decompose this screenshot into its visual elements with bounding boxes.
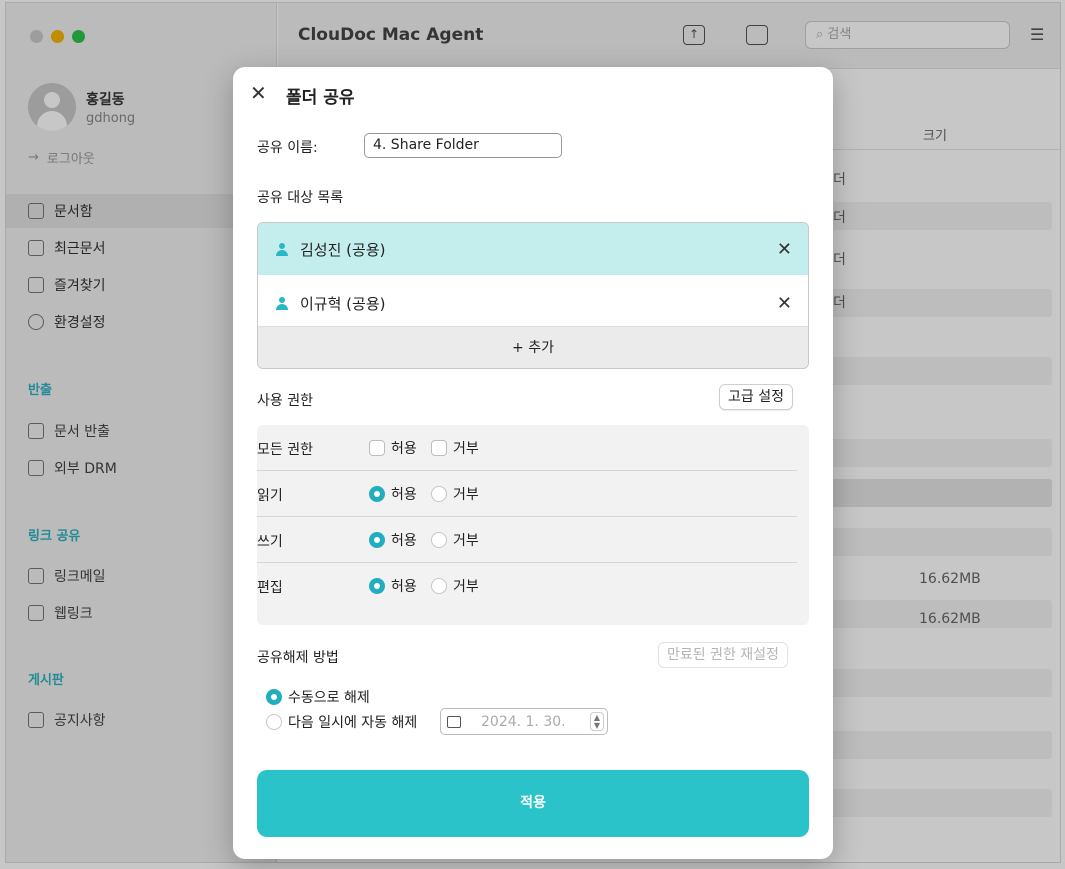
person-icon — [276, 296, 288, 310]
share-name-label: 공유 이름: — [257, 140, 318, 156]
permission-name: 쓰기 — [257, 534, 283, 550]
permissions-panel: 모든 권한 허용 거부 읽기 허용 거부 쓰기 허용 거부 편집 허용 거부 — [257, 425, 809, 625]
unshare-auto-radio[interactable]: 다음 일시에 자동 해제 — [266, 712, 417, 732]
dialog-title: 폴더 공유 — [286, 88, 355, 108]
permission-row-edit: 편집 허용 거부 — [257, 563, 809, 609]
list-item[interactable]: 이규혁 (공용) ✕ — [258, 277, 808, 329]
permission-row-write: 쓰기 허용 거부 — [257, 517, 809, 563]
remove-target-button[interactable]: ✕ — [777, 293, 792, 314]
allow-all-checkbox[interactable]: 허용 — [369, 438, 417, 458]
reset-expired-permissions-button[interactable]: 만료된 권한 재설정 — [658, 642, 788, 668]
advanced-settings-button[interactable]: 고급 설정 — [719, 384, 793, 410]
permissions-label: 사용 권한 — [257, 393, 313, 409]
permission-name: 모든 권한 — [257, 442, 313, 458]
add-target-button[interactable]: + 추가 — [258, 326, 808, 368]
write-allow-radio[interactable]: 허용 — [369, 530, 417, 550]
apply-button[interactable]: 적용 — [257, 770, 809, 837]
deny-all-checkbox[interactable]: 거부 — [431, 438, 479, 458]
edit-allow-radio[interactable]: 허용 — [369, 576, 417, 596]
target-name: 김성진 (공용) — [300, 240, 386, 259]
person-icon — [276, 242, 288, 256]
read-deny-radio[interactable]: 거부 — [431, 484, 479, 504]
permission-row-read: 읽기 허용 거부 — [257, 471, 809, 517]
targets-label: 공유 대상 목록 — [257, 190, 344, 206]
date-stepper[interactable]: ▲ ▼ — [590, 712, 604, 731]
remove-target-button[interactable]: ✕ — [777, 239, 792, 260]
permission-name: 편집 — [257, 580, 283, 596]
unshare-method-label: 공유해제 방법 — [257, 650, 339, 666]
calendar-icon — [447, 715, 461, 728]
edit-deny-radio[interactable]: 거부 — [431, 576, 479, 596]
list-item[interactable]: 김성진 (공용) ✕ — [258, 223, 808, 275]
read-allow-radio[interactable]: 허용 — [369, 484, 417, 504]
auto-unshare-date-picker[interactable]: 2024. 1. 30. ▲ ▼ — [440, 708, 608, 735]
share-folder-dialog: ✕ 폴더 공유 공유 이름: 4. Share Folder 공유 대상 목록 … — [233, 67, 833, 859]
unshare-manual-radio[interactable]: 수동으로 해제 — [266, 687, 370, 707]
write-deny-radio[interactable]: 거부 — [431, 530, 479, 550]
permission-row-all: 모든 권한 허용 거부 — [257, 425, 809, 471]
target-name: 이규혁 (공용) — [300, 294, 386, 313]
share-name-input[interactable]: 4. Share Folder — [364, 133, 562, 158]
close-icon[interactable]: ✕ — [250, 81, 267, 105]
permission-name: 읽기 — [257, 488, 283, 504]
date-value: 2024. 1. 30. — [481, 713, 566, 730]
share-target-list: 김성진 (공용) ✕ 이규혁 (공용) ✕ + 추가 — [257, 222, 809, 369]
